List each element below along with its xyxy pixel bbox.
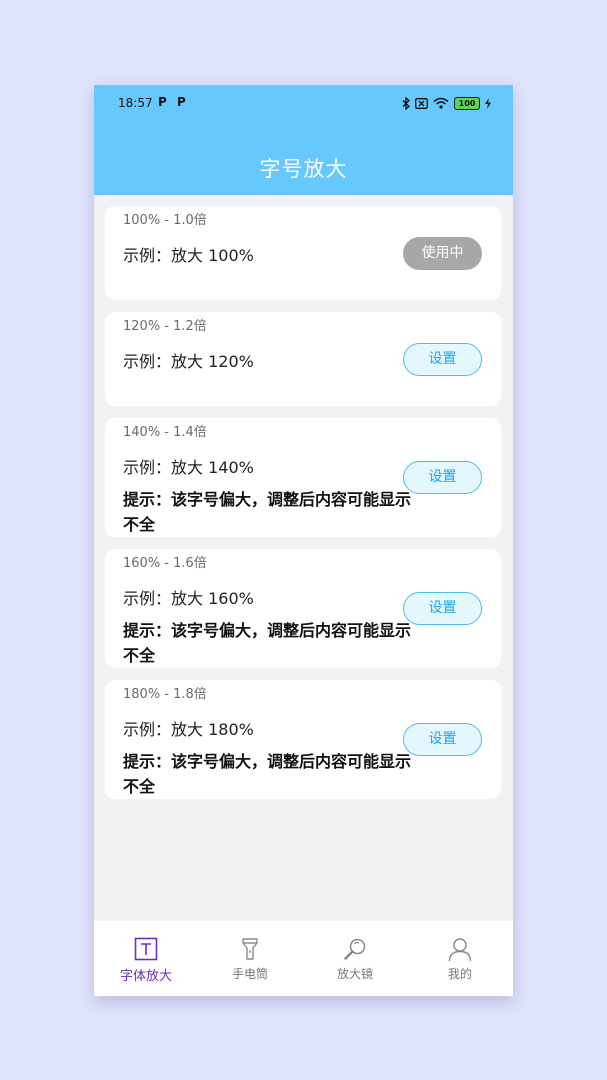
battery-icon: 100 xyxy=(454,96,480,110)
tab-label: 放大镜 xyxy=(336,967,373,981)
magnifier-icon xyxy=(344,938,366,960)
profile-icon xyxy=(448,938,472,961)
card-example: 示例：放大 180% xyxy=(123,720,254,739)
set-button[interactable]: 设置 xyxy=(403,343,482,376)
card-scale: 140% - 1.4倍 xyxy=(123,425,207,440)
card-example: 示例：放大 140% xyxy=(123,458,254,477)
card-example: 示例：放大 120% xyxy=(123,352,254,371)
wifi-icon xyxy=(433,97,449,109)
font-size-card: 120% - 1.2倍 示例：放大 120% 设置 xyxy=(105,312,501,406)
charging-icon xyxy=(485,97,491,109)
font-size-card: 100% - 1.0倍 示例：放大 100% 使用中 xyxy=(105,206,501,300)
set-button[interactable]: 设置 xyxy=(403,592,482,625)
card-example: 示例：放大 160% xyxy=(123,589,254,608)
card-warning-tip: 提示：该字号偏大，调整后内容可能显示不全 xyxy=(123,490,412,534)
card-scale: 180% - 1.8倍 xyxy=(123,687,207,702)
tab-label: 我的 xyxy=(447,967,472,981)
card-scale: 120% - 1.2倍 xyxy=(123,319,207,334)
card-scale: 160% - 1.6倍 xyxy=(123,556,207,571)
tab-profile[interactable]: 我的 xyxy=(408,921,512,996)
bluetooth-icon xyxy=(402,96,410,110)
app-window: 18:57 P P 100 字号放大 100% - 1.0倍 示例：放大 100… xyxy=(94,85,513,996)
card-warning-tip: 提示：该字号偏大，调整后内容可能显示不全 xyxy=(123,621,412,665)
card-example: 示例：放大 100% xyxy=(123,246,254,265)
tab-label: 字体放大 xyxy=(119,969,172,984)
font-size-card: 140% - 1.4倍 示例：放大 140% 提示：该字号偏大，调整后内容可能显… xyxy=(105,418,501,537)
card-scale: 100% - 1.0倍 xyxy=(123,213,207,228)
set-button[interactable]: 设置 xyxy=(403,723,482,756)
no-sim-icon xyxy=(415,97,428,109)
status-time: 18:57 xyxy=(118,96,153,110)
font-icon xyxy=(134,937,158,961)
header: 18:57 P P 100 字号放大 xyxy=(94,85,513,195)
card-warning-tip: 提示：该字号偏大，调整后内容可能显示不全 xyxy=(123,752,412,796)
tab-flashlight[interactable]: 手电筒 xyxy=(198,921,302,996)
bottom-tab-bar: 字体放大 手电筒 放大镜 我的 xyxy=(94,921,513,996)
status-bar: 18:57 P P 100 xyxy=(94,85,513,123)
status-icons: 100 xyxy=(402,96,491,110)
notification-p-icon: P xyxy=(158,95,167,109)
flashlight-icon xyxy=(242,938,258,960)
tab-label: 手电筒 xyxy=(231,967,268,981)
tab-font-enlarge[interactable]: 字体放大 xyxy=(94,921,198,996)
set-button[interactable]: 设置 xyxy=(403,461,482,494)
font-size-card: 180% - 1.8倍 示例：放大 180% 提示：该字号偏大，调整后内容可能显… xyxy=(105,680,501,799)
page-title: 字号放大 xyxy=(259,157,348,181)
tab-magnifier[interactable]: 放大镜 xyxy=(303,921,407,996)
notification-p-icon: P xyxy=(177,95,186,109)
font-size-card: 160% - 1.6倍 示例：放大 160% 提示：该字号偏大，调整后内容可能显… xyxy=(105,549,501,668)
in-use-button[interactable]: 使用中 xyxy=(403,237,482,270)
